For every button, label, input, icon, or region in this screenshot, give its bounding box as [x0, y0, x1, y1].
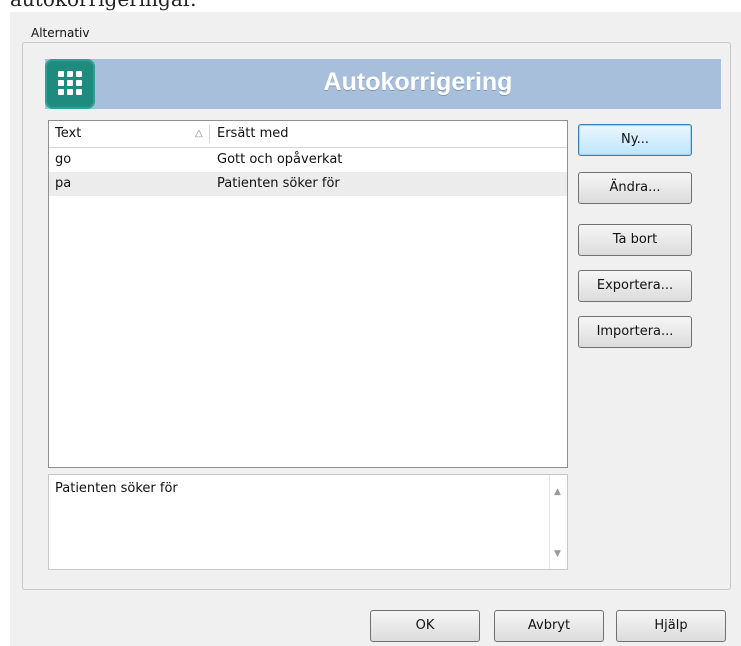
dialog-title: Autokorrigering: [323, 68, 513, 96]
list-header: Text △ Ersätt med: [49, 121, 567, 148]
autocorrect-list[interactable]: Text △ Ersätt med go Gott och opåverkat …: [48, 120, 568, 468]
delete-button[interactable]: Ta bort: [578, 224, 692, 256]
ok-button[interactable]: OK: [370, 610, 480, 642]
table-row-selected[interactable]: pa Patienten söker för: [49, 172, 567, 196]
export-button[interactable]: Exportera...: [578, 270, 692, 302]
group-label: Alternativ: [28, 26, 93, 40]
column-header-text[interactable]: Text: [55, 121, 205, 147]
edit-button[interactable]: Ändra...: [578, 172, 692, 204]
preview-scrollbar[interactable]: ▲ ▼: [549, 475, 567, 569]
replacement-preview[interactable]: Patienten söker för ▲ ▼: [48, 474, 568, 570]
preview-text: Patienten söker för: [55, 481, 178, 496]
row-replace-cell: Gott och opåverkat: [217, 152, 343, 167]
sort-ascending-icon: △: [195, 128, 203, 139]
row-text-cell: go: [55, 152, 72, 167]
scroll-down-icon[interactable]: ▼: [554, 549, 561, 559]
table-row[interactable]: go Gott och opåverkat: [49, 148, 567, 172]
import-button[interactable]: Importera...: [578, 316, 692, 348]
row-text-cell: pa: [55, 176, 72, 191]
row-replace-cell: Patienten söker för: [217, 176, 340, 191]
header-banner: Autokorrigering: [45, 59, 721, 109]
page-fragment-text: autokorrigeringar.: [10, 0, 196, 11]
help-button[interactable]: Hjälp: [616, 610, 726, 642]
new-button[interactable]: Ny...: [578, 124, 692, 156]
column-header-replace[interactable]: Ersätt med: [217, 121, 547, 147]
cancel-button[interactable]: Avbryt: [494, 610, 604, 642]
scroll-up-icon[interactable]: ▲: [554, 487, 561, 497]
column-divider[interactable]: [209, 125, 210, 143]
autocorrect-dialog: Alternativ Autokorrigering Text △ Ersätt…: [10, 12, 741, 646]
